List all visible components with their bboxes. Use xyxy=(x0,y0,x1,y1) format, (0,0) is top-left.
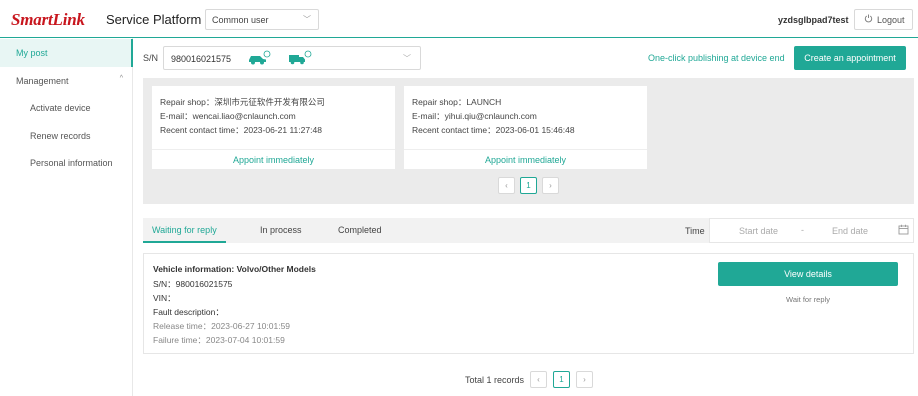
sn-label: S/N xyxy=(143,53,159,63)
vehicle-information: Vehicle information: Volvo/Other Models xyxy=(153,264,316,274)
repair-shop-card: Repair shop：LAUNCH E-mail：yihui.qiu@cnla… xyxy=(404,86,647,169)
shop-pager-next-button[interactable]: › xyxy=(542,177,559,194)
status-tabs: Waiting for reply In process Completed T… xyxy=(143,218,914,243)
smartlink-logo[interactable]: SmartLink xyxy=(11,10,85,30)
tab-in-process[interactable]: In process xyxy=(260,218,302,243)
calendar-icon xyxy=(898,224,909,237)
sidebar-item-label: Management xyxy=(16,76,69,86)
sn-select-value: 980016021575 xyxy=(171,54,232,64)
sidebar-item-activate-device[interactable]: Activate device xyxy=(0,94,133,122)
start-date-input[interactable]: Start date xyxy=(739,226,778,236)
chevron-up-icon: ^ xyxy=(119,75,123,82)
sidebar-group-management[interactable]: Management ^ xyxy=(0,67,133,95)
post-release-time: Release time：2023-06-27 10:01:59 xyxy=(153,321,291,331)
truck-icon xyxy=(288,50,312,68)
pager-page-1[interactable]: 1 xyxy=(553,371,570,388)
sn-select[interactable]: 980016021575 ﹀ xyxy=(163,46,421,70)
repair-shop-name: Repair shop：LAUNCH xyxy=(412,97,502,107)
one-click-publishing-link[interactable]: One-click publishing at device end xyxy=(648,53,785,63)
repair-shop-email: E-mail：yihui.qiu@cnlaunch.com xyxy=(412,111,537,121)
appoint-immediately-button[interactable]: Appoint immediately xyxy=(404,149,647,169)
post-sn: S/N：980016021575 xyxy=(153,279,233,289)
view-details-button[interactable]: View details xyxy=(718,262,898,286)
repair-shop-contact-time: Recent contact time：2023-06-01 15:46:48 xyxy=(412,125,575,135)
car-icon xyxy=(247,50,271,68)
sidebar-item-label: My post xyxy=(16,48,48,58)
vehicle-information-label: Vehicle information: xyxy=(153,264,235,274)
tab-completed[interactable]: Completed xyxy=(338,218,382,243)
chevron-down-icon: ﹀ xyxy=(303,15,311,24)
pager-prev-button[interactable]: ‹ xyxy=(530,371,547,388)
role-select-value: Common user xyxy=(212,15,269,25)
repair-shop-email: E-mail：wencai.liao@cnlaunch.com xyxy=(160,111,296,121)
pager-next-button[interactable]: › xyxy=(576,371,593,388)
date-separator: - xyxy=(801,225,804,235)
sn-bar: S/N 980016021575 ﹀ One-click publishing … xyxy=(133,38,918,78)
repair-shop-name: Repair shop：深圳市元征软件开发有限公司 xyxy=(160,97,325,107)
total-records: Total 1 records xyxy=(465,375,525,385)
post-failure-time: Failure time：2023-07-04 10:01:59 xyxy=(153,335,285,345)
chevron-down-icon: ﹀ xyxy=(403,54,411,63)
tab-waiting-for-reply[interactable]: Waiting for reply xyxy=(143,218,226,243)
repair-shop-list: Repair shop：深圳市元征软件开发有限公司 E-mail：wencai.… xyxy=(143,78,914,204)
logout-button[interactable]: Logout xyxy=(854,9,913,30)
repair-shop-contact-time: Recent contact time：2023-06-21 11:27:48 xyxy=(160,125,322,135)
post-card: Vehicle information: Volvo/Other Models … xyxy=(143,253,914,354)
role-select[interactable]: Common user ﹀ xyxy=(205,9,319,30)
header: SmartLink Service Platform | Common user… xyxy=(0,0,918,38)
end-date-input[interactable]: End date xyxy=(832,226,868,236)
post-vin: VIN： xyxy=(153,293,176,303)
create-appointment-button[interactable]: Create an appointment xyxy=(794,46,906,70)
sidebar-item-label: Personal information xyxy=(30,158,113,168)
post-fault-description: Fault description： xyxy=(153,307,224,317)
shop-pager-page-1[interactable]: 1 xyxy=(520,177,537,194)
sidebar-item-my-post[interactable]: My post xyxy=(0,39,133,67)
sidebar-item-label: Activate device xyxy=(30,103,91,113)
status-badge: Wait for reply xyxy=(786,295,830,304)
logout-label: Logout xyxy=(877,15,905,25)
sidebar-item-label: Renew records xyxy=(30,131,91,141)
repair-shop-card: Repair shop：深圳市元征软件开发有限公司 E-mail：wencai.… xyxy=(152,86,395,169)
sidebar-item-personal-information[interactable]: Personal information xyxy=(0,149,133,177)
vehicle-information-value: Volvo/Other Models xyxy=(236,264,316,274)
power-icon xyxy=(864,14,873,25)
date-range-picker[interactable]: Start date - End date xyxy=(709,218,914,243)
shop-pager-prev-button[interactable]: ‹ xyxy=(498,177,515,194)
sidebar: My post Management ^ Activate device Ren… xyxy=(0,38,133,396)
appoint-immediately-button[interactable]: Appoint immediately xyxy=(152,149,395,169)
sidebar-item-renew-records[interactable]: Renew records xyxy=(0,122,133,150)
username: yzdsglbpad7test xyxy=(778,15,849,25)
platform-title: Service Platform | xyxy=(106,12,209,27)
time-filter-label: Time xyxy=(685,226,705,236)
